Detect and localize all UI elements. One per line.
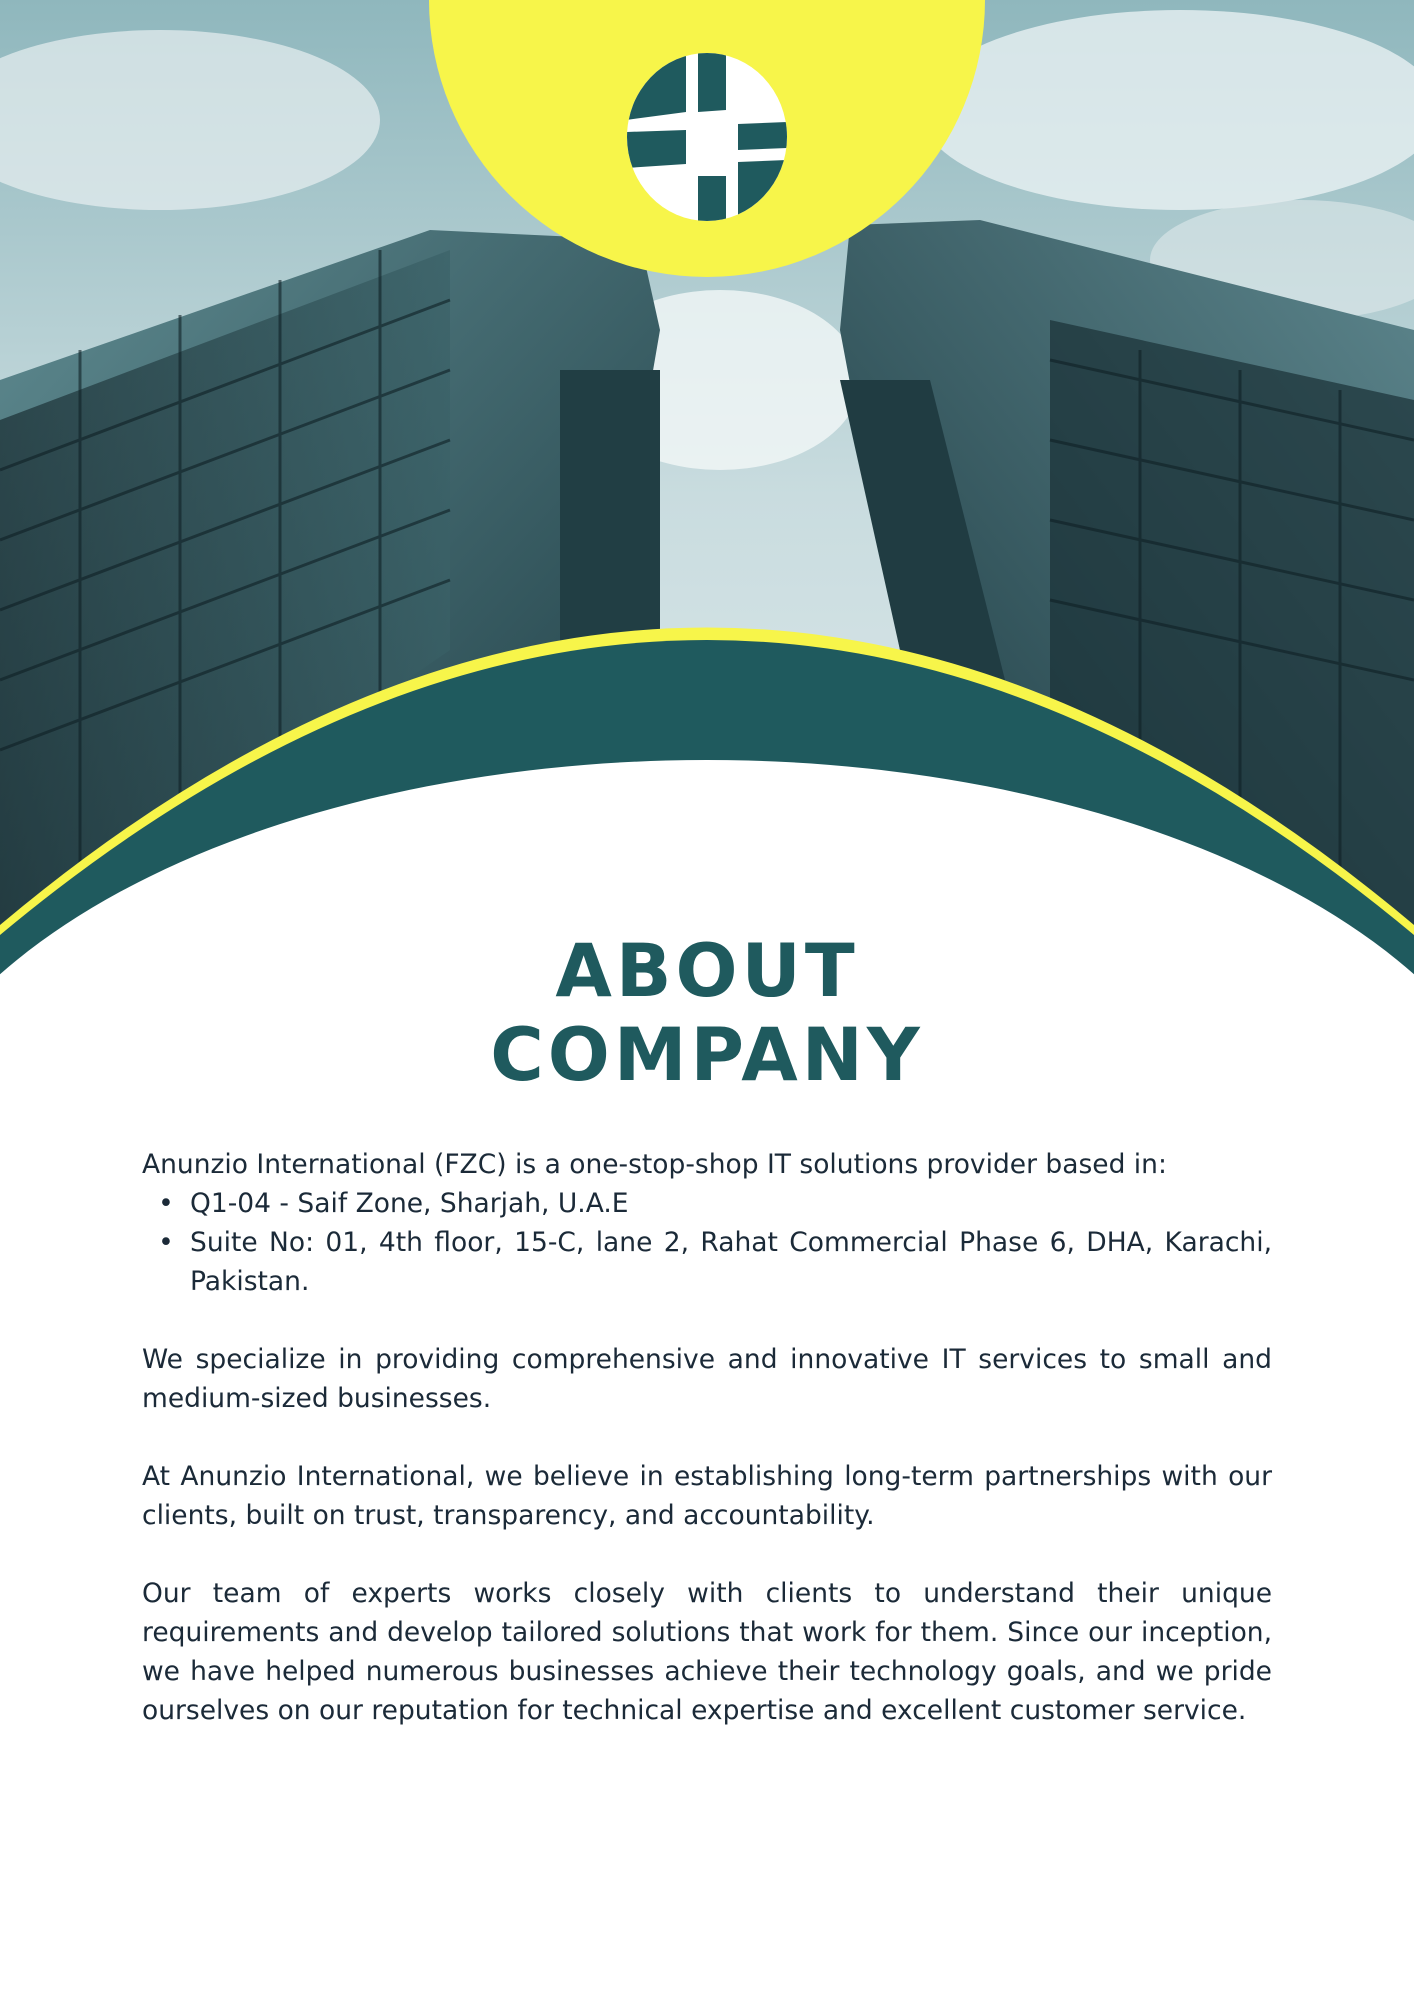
page-title: ABOUT COMPANY bbox=[0, 930, 1414, 1098]
intro-paragraph: Anunzio International (FZC) is a one-sto… bbox=[142, 1149, 1167, 1180]
bullet-icon: • bbox=[158, 1227, 174, 1258]
globe-grid-icon bbox=[626, 52, 788, 222]
bullet-icon: • bbox=[158, 1188, 174, 1219]
list-item: • Q1-04 - Saif Zone, Sharjah, U.A.E bbox=[158, 1184, 1272, 1223]
location-text: Q1-04 - Saif Zone, Sharjah, U.A.E bbox=[190, 1188, 629, 1219]
about-content: Anunzio International (FZC) is a one-sto… bbox=[142, 1145, 1272, 1730]
title-line-1: ABOUT bbox=[555, 929, 859, 1014]
partnership-paragraph: At Anunzio International, we believe in … bbox=[142, 1461, 1272, 1531]
location-text: Suite No: 01, 4th floor, 15-C, lane 2, R… bbox=[190, 1227, 1272, 1297]
list-item: • Suite No: 01, 4th floor, 15-C, lane 2,… bbox=[158, 1223, 1272, 1301]
team-paragraph: Our team of experts works closely with c… bbox=[142, 1578, 1272, 1726]
location-list: • Q1-04 - Saif Zone, Sharjah, U.A.E • Su… bbox=[142, 1184, 1272, 1301]
title-line-2: COMPANY bbox=[490, 1013, 924, 1098]
services-paragraph: We specialize in providing comprehensive… bbox=[142, 1344, 1272, 1414]
